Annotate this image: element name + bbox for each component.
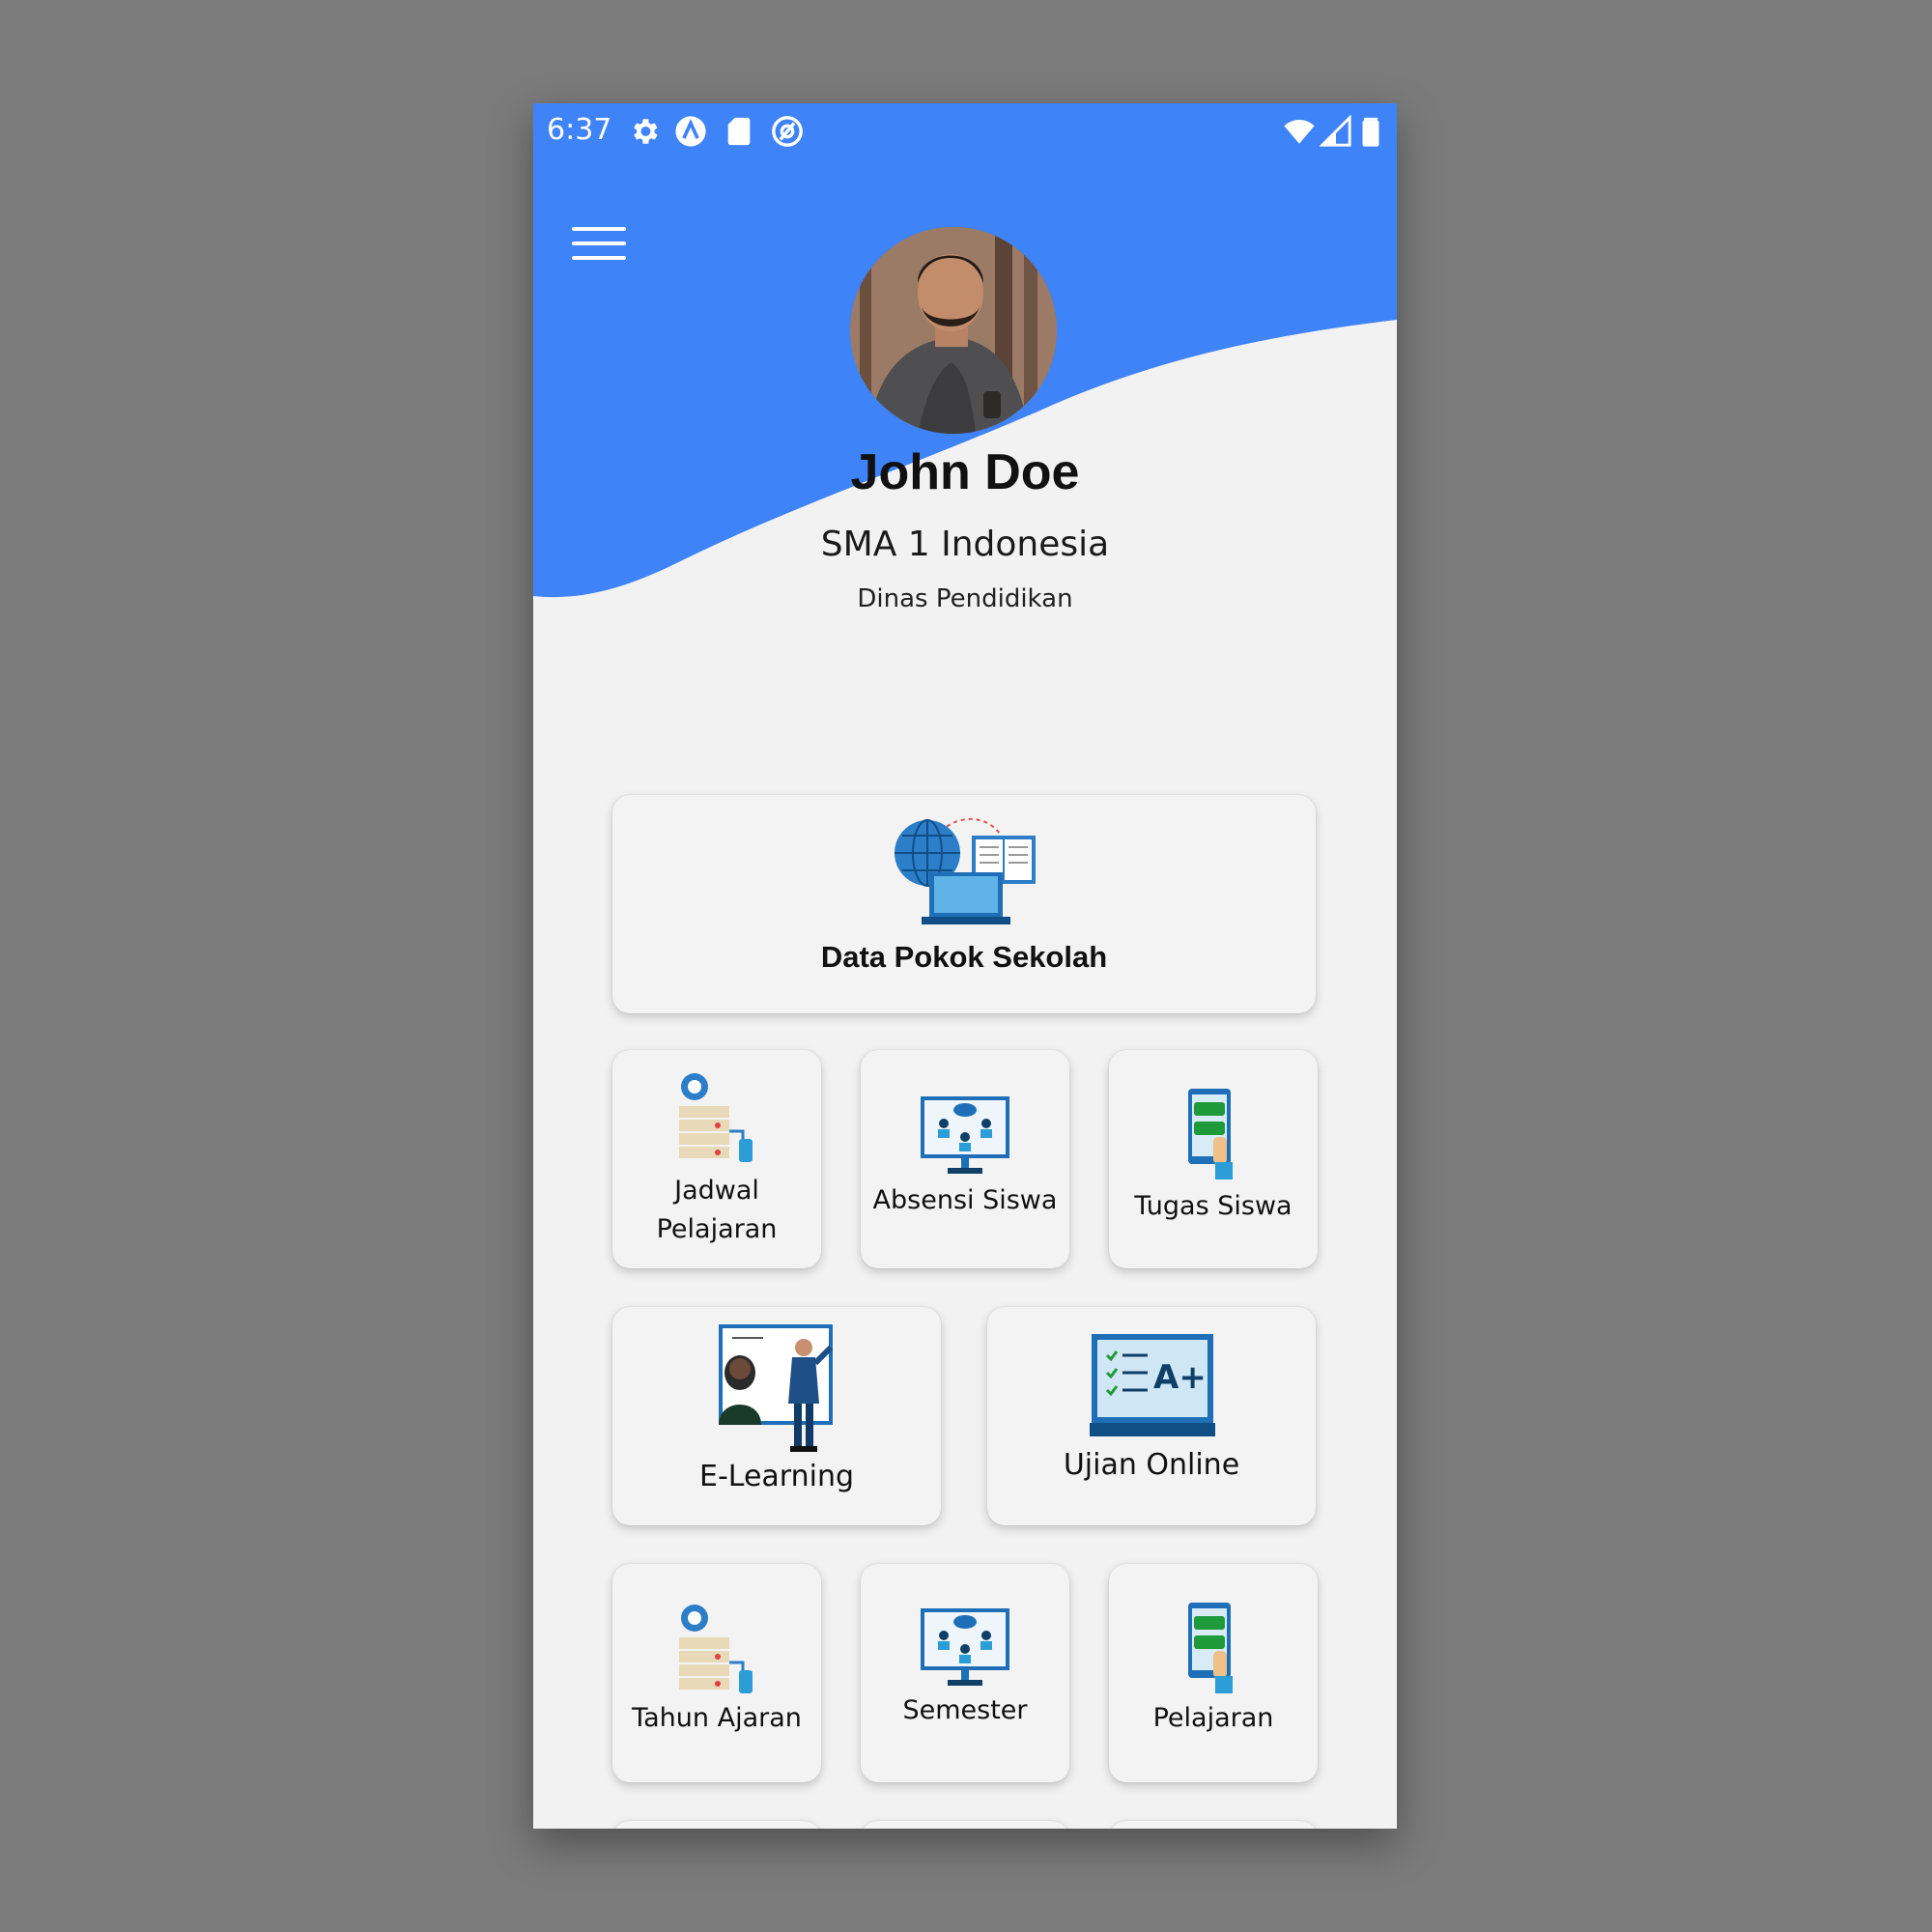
card-label-line: Jadwal [674, 1176, 759, 1206]
gear-icon [634, 119, 658, 144]
card-ujian-online[interactable]: A+ Ujian Online [987, 1307, 1316, 1525]
a-logo-icon [675, 116, 706, 147]
server-stack-icon [679, 1073, 753, 1162]
wifi-icon [1284, 119, 1315, 144]
signal-icon [1320, 115, 1351, 147]
menu-bar [572, 242, 626, 245]
server-stack-icon [679, 1605, 753, 1693]
menu-button[interactable] [572, 227, 626, 270]
card-label: Pelajaran [1152, 1703, 1274, 1733]
card-pelajaran[interactable]: Pelajaran [1109, 1564, 1318, 1782]
teacher-board-icon [719, 1324, 833, 1452]
monitor-classroom-icon [921, 1608, 1009, 1686]
menu-bar [572, 256, 626, 260]
avatar[interactable] [850, 227, 1057, 434]
battery-icon [1362, 117, 1379, 147]
phone-checklist-icon [1188, 1089, 1233, 1179]
card-label: Semester [902, 1695, 1028, 1725]
card-partial[interactable] [861, 1821, 1069, 1829]
card-label: Tugas Siswa [1134, 1191, 1293, 1221]
card-e-learning[interactable]: E-Learning [612, 1307, 941, 1525]
card-label: Data Pokok Sekolah [820, 940, 1108, 974]
profile-agency: Dinas Pendidikan [857, 584, 1073, 613]
card-data-pokok-sekolah[interactable]: Data Pokok Sekolah [612, 795, 1316, 1013]
card-tugas-siswa[interactable]: Tugas Siswa [1109, 1050, 1318, 1268]
status-bar: 6:37 [533, 103, 1397, 157]
avatar-photo [850, 227, 1057, 434]
status-time: 6:37 [547, 113, 612, 147]
menu-bar [572, 227, 626, 231]
card-jadwal-pelajaran[interactable]: Jadwal Pelajaran [612, 1050, 821, 1268]
profile-school: SMA 1 Indonesia [820, 525, 1110, 564]
monitor-classroom-icon [921, 1096, 1009, 1174]
card-tahun-ajaran[interactable]: Tahun Ajaran [612, 1564, 821, 1782]
svg-text:A+: A+ [1153, 1358, 1207, 1397]
card-partial[interactable] [612, 1821, 821, 1829]
card-label: Absensi Siswa [872, 1185, 1058, 1215]
card-label: E-Learning [698, 1460, 855, 1493]
card-label: Ujian Online [1063, 1448, 1240, 1482]
phone-screen: 6:37 John Doe SMA 1 Indonesia Dinas Pend… [533, 103, 1397, 1829]
card-label: Jadwal Pelajaran [612, 1172, 821, 1249]
card-absensi-siswa[interactable]: Absensi Siswa [861, 1050, 1069, 1268]
card-semester[interactable]: Semester [861, 1564, 1069, 1782]
globe-laptop-book-icon [895, 818, 1036, 924]
at-sign-icon [772, 116, 803, 147]
sd-card-icon [727, 117, 751, 146]
laptop-grade-icon: A+ [1090, 1334, 1215, 1436]
card-label-line: Pelajaran [656, 1214, 778, 1244]
profile-name: John Doe [850, 444, 1080, 500]
card-partial[interactable] [1109, 1821, 1318, 1829]
card-label: Tahun Ajaran [632, 1703, 802, 1733]
phone-checklist-icon [1188, 1603, 1233, 1693]
